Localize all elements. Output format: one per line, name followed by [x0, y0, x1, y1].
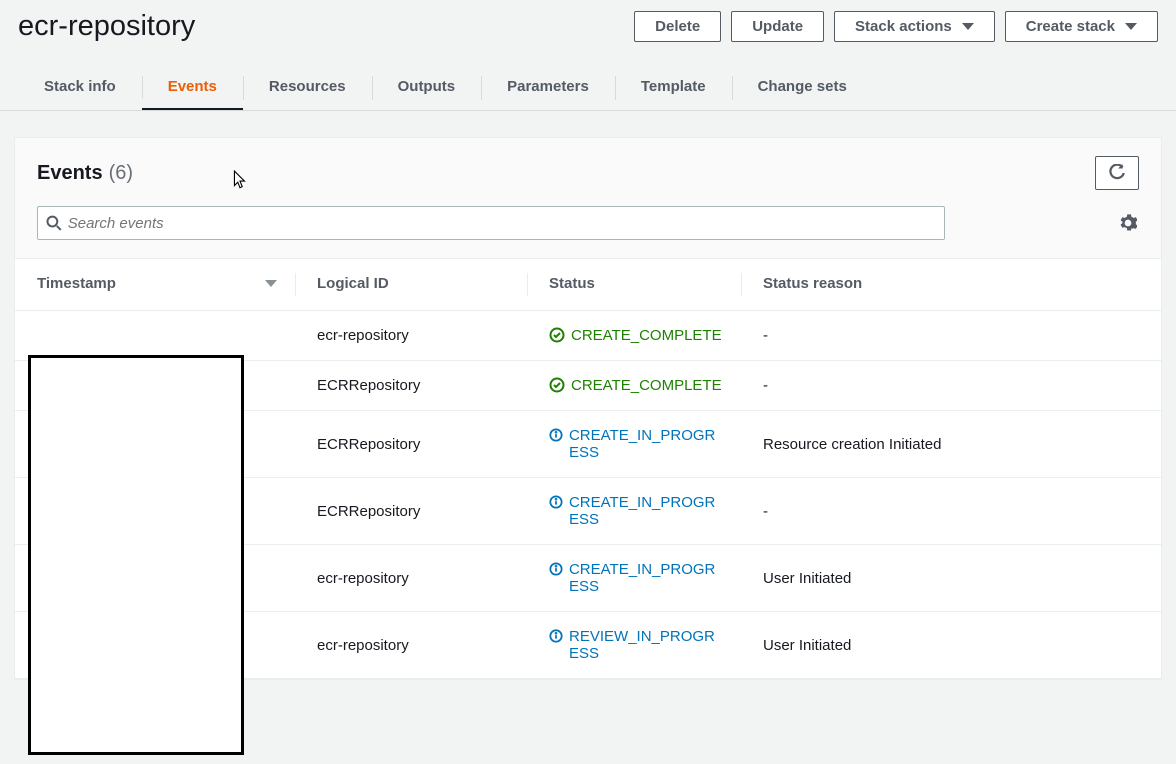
- cell-status-reason: -: [741, 478, 1161, 545]
- cell-status: CREATE_IN_PROGRESS: [527, 411, 741, 478]
- search-input[interactable]: [62, 215, 936, 232]
- cell-logical-id: ECRRepository: [295, 411, 527, 478]
- tab-change-sets[interactable]: Change sets: [732, 68, 873, 110]
- cell-status: CREATE_IN_PROGRESS: [527, 478, 741, 545]
- col-logical-id-label: Logical ID: [317, 275, 389, 292]
- create-stack-label: Create stack: [1026, 18, 1115, 35]
- tab-template[interactable]: Template: [615, 68, 732, 110]
- check-circle-icon: [549, 377, 565, 393]
- cell-status-reason: Resource creation Initiated: [741, 411, 1161, 478]
- status-text: CREATE_COMPLETE: [571, 327, 722, 344]
- info-circle-icon: [549, 561, 563, 577]
- chevron-down-icon: [1125, 23, 1137, 30]
- refresh-button[interactable]: [1095, 156, 1139, 190]
- gear-icon[interactable]: [1119, 214, 1137, 232]
- tab-stack-info[interactable]: Stack info: [18, 68, 142, 110]
- status-text: REVIEW_IN_PROGRESS: [569, 628, 723, 662]
- cell-status: CREATE_COMPLETE: [527, 311, 741, 361]
- header-actions: Delete Update Stack actions Create stack: [634, 11, 1158, 42]
- page-header: ecr-repository Delete Update Stack actio…: [0, 0, 1176, 43]
- chevron-down-icon: [962, 23, 974, 30]
- cell-logical-id: ecr-repository: [295, 311, 527, 361]
- tab-parameters[interactable]: Parameters: [481, 68, 615, 110]
- cell-timestamp: [15, 311, 295, 361]
- col-status-reason-label: Status reason: [763, 275, 862, 292]
- panel-title: Events: [37, 162, 103, 185]
- tab-outputs[interactable]: Outputs: [372, 68, 482, 110]
- cell-status: REVIEW_IN_PROGRESS: [527, 612, 741, 679]
- update-button[interactable]: Update: [731, 11, 824, 42]
- cell-status: CREATE_IN_PROGRESS: [527, 545, 741, 612]
- col-status[interactable]: Status: [527, 259, 741, 311]
- col-timestamp[interactable]: Timestamp: [15, 259, 295, 311]
- create-stack-button[interactable]: Create stack: [1005, 11, 1158, 42]
- check-circle-icon: [549, 327, 565, 343]
- sort-desc-icon: [265, 280, 277, 287]
- info-circle-icon: [549, 494, 563, 510]
- cell-status-reason: User Initiated: [741, 545, 1161, 612]
- cell-logical-id: ecr-repository: [295, 545, 527, 612]
- stack-actions-label: Stack actions: [855, 18, 952, 35]
- col-logical-id[interactable]: Logical ID: [295, 259, 527, 311]
- search-box[interactable]: [37, 206, 945, 240]
- tab-resources[interactable]: Resources: [243, 68, 372, 110]
- panel-count: (6): [109, 162, 133, 185]
- cell-status: CREATE_COMPLETE: [527, 361, 741, 411]
- cell-logical-id: ECRRepository: [295, 361, 527, 411]
- stack-title: ecr-repository: [18, 10, 195, 43]
- cell-status-reason: User Initiated: [741, 612, 1161, 679]
- status-text: CREATE_IN_PROGRESS: [569, 494, 723, 528]
- cell-status-reason: -: [741, 311, 1161, 361]
- col-status-reason[interactable]: Status reason: [741, 259, 1161, 311]
- refresh-icon: [1108, 164, 1126, 182]
- col-status-label: Status: [549, 275, 595, 292]
- status-text: CREATE_COMPLETE: [571, 377, 722, 394]
- status-text: CREATE_IN_PROGRESS: [569, 561, 723, 595]
- stack-actions-button[interactable]: Stack actions: [834, 11, 995, 42]
- delete-button[interactable]: Delete: [634, 11, 721, 42]
- status-text: CREATE_IN_PROGRESS: [569, 427, 723, 461]
- cell-logical-id: ecr-repository: [295, 612, 527, 679]
- info-circle-icon: [549, 628, 563, 644]
- tab-events[interactable]: Events: [142, 68, 243, 110]
- col-timestamp-label: Timestamp: [37, 275, 116, 292]
- table-row: ecr-repository CREATE_COMPLETE -: [15, 311, 1161, 361]
- cell-status-reason: -: [741, 361, 1161, 411]
- cell-logical-id: ECRRepository: [295, 478, 527, 545]
- redaction-overlay: [28, 355, 244, 755]
- tab-bar: Stack info Events Resources Outputs Para…: [0, 43, 1176, 111]
- info-circle-icon: [549, 427, 563, 443]
- search-icon: [46, 215, 62, 231]
